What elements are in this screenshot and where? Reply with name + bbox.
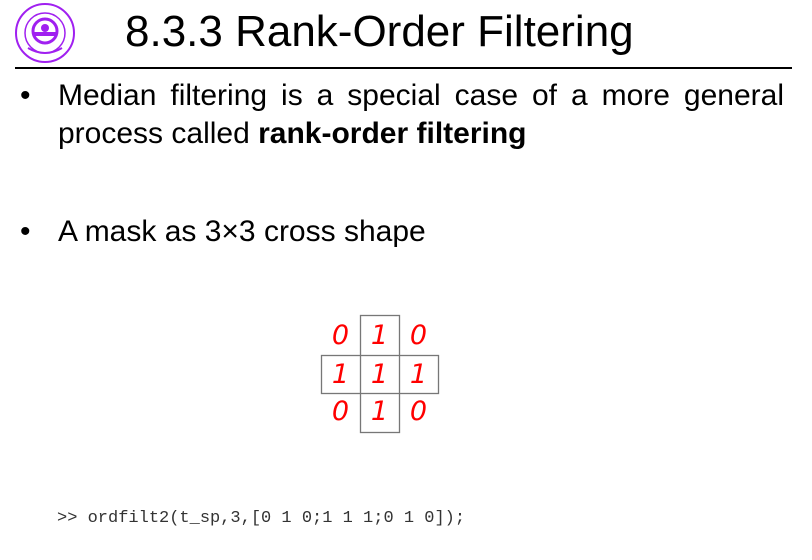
mask-cell: 0 bbox=[409, 320, 428, 351]
mask-cell: 1 bbox=[370, 320, 389, 351]
matlab-code-line: >> ordfilt2(t_sp,3,[0 1 0;1 1 1;0 1 0]); bbox=[57, 509, 466, 528]
mask-cell: 0 bbox=[409, 396, 428, 427]
cross-mask-outline bbox=[320, 314, 440, 434]
mask-cell: 0 bbox=[331, 396, 350, 427]
mask-cell: 0 bbox=[331, 320, 350, 351]
mask-cell: 1 bbox=[331, 359, 350, 390]
mask-cell: 1 bbox=[409, 359, 428, 390]
mask-cell: 1 bbox=[370, 359, 389, 390]
mask-cell: 1 bbox=[370, 396, 389, 427]
